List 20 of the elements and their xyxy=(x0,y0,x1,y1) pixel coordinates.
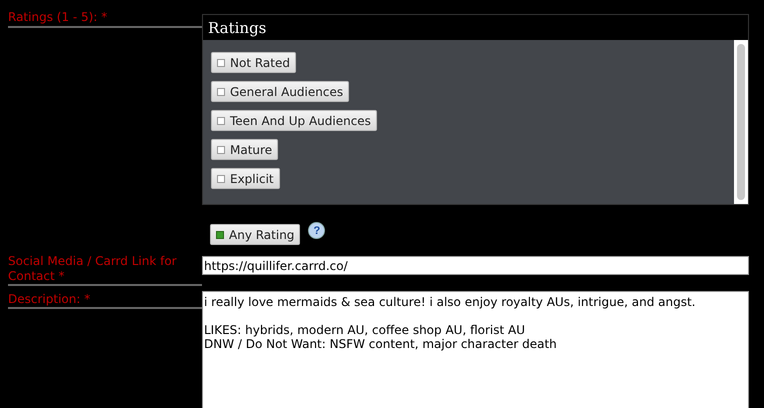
checkbox[interactable] xyxy=(217,174,225,182)
rating-option[interactable]: Mature xyxy=(211,139,278,160)
input-field[interactable]: https://quillifer.carrd.co/ xyxy=(202,256,749,275)
checkbox[interactable] xyxy=(217,58,225,66)
field-label: Description: * xyxy=(8,291,92,307)
panel-title: Ratings xyxy=(208,18,266,36)
checkbox[interactable] xyxy=(217,88,225,96)
field-label: Social Media / Carrd Link for Contact * xyxy=(8,253,178,284)
scrollbar[interactable] xyxy=(734,40,748,204)
any-rating-option[interactable]: Any Rating xyxy=(210,224,300,245)
checkbox[interactable] xyxy=(217,116,225,124)
checkbox[interactable] xyxy=(216,230,224,238)
field-label: Ratings (1 - 5): * xyxy=(8,9,108,25)
rating-option[interactable]: General Audiences xyxy=(211,81,350,102)
rating-option[interactable]: Not Rated xyxy=(211,52,296,73)
rating-option[interactable]: Teen And Up Audiences xyxy=(211,110,377,131)
checkbox[interactable] xyxy=(217,146,225,154)
rating-option[interactable]: Explicit xyxy=(211,168,280,189)
text-area[interactable]: i really love mermaids & sea culture! i also enjoy royalty AUs, intrigue, and angst. LIKES: hybrids, modern AU, coffee shop AU, florist AU DNW / Do Not Want: NSFW content, major character death xyxy=(202,291,749,408)
help-button[interactable]: ? xyxy=(308,222,326,239)
